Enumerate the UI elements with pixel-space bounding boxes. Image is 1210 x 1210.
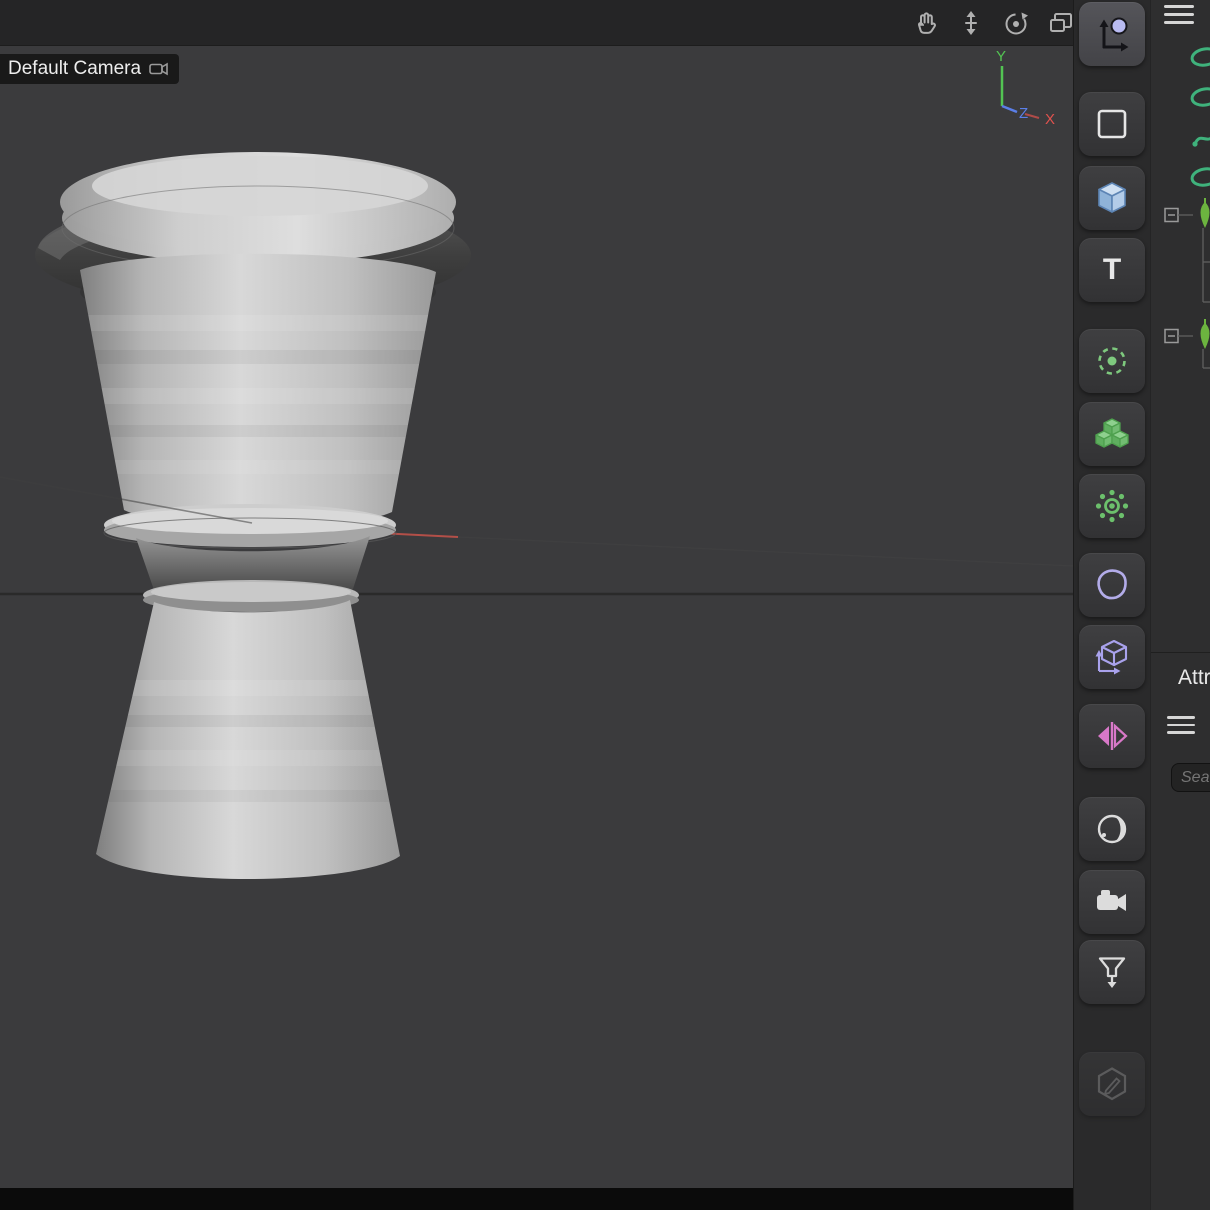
attributes-menu-hamburger-icon[interactable] bbox=[1167, 716, 1195, 734]
blue-cube-icon bbox=[1092, 178, 1132, 218]
panel-divider bbox=[1151, 652, 1210, 653]
scene-model-goblet[interactable] bbox=[18, 140, 493, 900]
volume-tool-button[interactable] bbox=[1079, 402, 1145, 466]
camera-tool-button[interactable] bbox=[1079, 870, 1145, 934]
shading-tool-button[interactable] bbox=[1079, 797, 1145, 861]
green-top-icon bbox=[1201, 323, 1210, 349]
tool-palette: T bbox=[1073, 0, 1150, 1210]
snap-transform-tool-button[interactable] bbox=[1079, 625, 1145, 689]
pebble-outline-icon bbox=[1092, 565, 1132, 605]
green-ellipse-icon bbox=[1191, 167, 1210, 187]
dashed-circle-dot-icon bbox=[1092, 341, 1132, 381]
generator-tool-button[interactable] bbox=[1079, 474, 1145, 538]
right-dock: Attr bbox=[1150, 0, 1210, 1210]
viewport-3d[interactable]: Default Camera Y Z X bbox=[0, 0, 1073, 1210]
move-arrows-ball-icon bbox=[1092, 14, 1132, 54]
axis-x-label: X bbox=[1045, 111, 1055, 128]
square-outline-icon bbox=[1092, 104, 1132, 144]
transform-tool-button[interactable] bbox=[1079, 2, 1145, 66]
camera-icon bbox=[1092, 882, 1132, 922]
bottom-bar bbox=[0, 1188, 1073, 1210]
green-top-icon bbox=[1201, 202, 1210, 228]
camera-label-text: Default Camera bbox=[8, 58, 141, 80]
filter-funnel-tool-button[interactable] bbox=[1079, 940, 1145, 1004]
search-input[interactable] bbox=[1172, 769, 1210, 787]
edit-mode-tool-button[interactable] bbox=[1079, 1052, 1145, 1116]
green-cubes-icon bbox=[1092, 414, 1132, 454]
funnel-arrow-down-icon bbox=[1092, 952, 1132, 992]
green-gear-icon bbox=[1092, 486, 1132, 526]
letter-T-icon: T bbox=[1103, 255, 1121, 285]
mirrored-triangles-icon bbox=[1092, 716, 1132, 756]
attributes-search-box[interactable] bbox=[1171, 763, 1210, 792]
spline-tool-button[interactable] bbox=[1079, 553, 1145, 617]
green-ellipse-icon bbox=[1191, 87, 1210, 107]
symmetry-tool-button[interactable] bbox=[1079, 704, 1145, 768]
text-tool-button[interactable]: T bbox=[1079, 238, 1145, 302]
axis-z-label: Z bbox=[1019, 105, 1028, 122]
object-manager-tree[interactable] bbox=[1151, 36, 1210, 636]
hexagon-pencil-icon bbox=[1092, 1064, 1132, 1104]
axis-y-label: Y bbox=[996, 48, 1006, 65]
camera-label[interactable]: Default Camera bbox=[0, 54, 179, 84]
object-manager-menu-hamburger-icon[interactable] bbox=[1164, 5, 1194, 24]
green-spline-curve-icon bbox=[1195, 132, 1210, 144]
primitive-cube-tool-button[interactable] bbox=[1079, 166, 1145, 230]
cube-with-arrows-icon bbox=[1092, 637, 1132, 677]
green-ellipse-icon bbox=[1191, 47, 1210, 67]
modeling-axis-tool-button[interactable] bbox=[1079, 329, 1145, 393]
camera-swap-icon bbox=[149, 61, 169, 77]
attributes-panel-title: Attr bbox=[1178, 666, 1210, 690]
axis-gizmo[interactable]: Y Z X bbox=[985, 48, 1080, 138]
moon-sphere-icon bbox=[1092, 809, 1132, 849]
selection-tool-button[interactable] bbox=[1079, 92, 1145, 156]
